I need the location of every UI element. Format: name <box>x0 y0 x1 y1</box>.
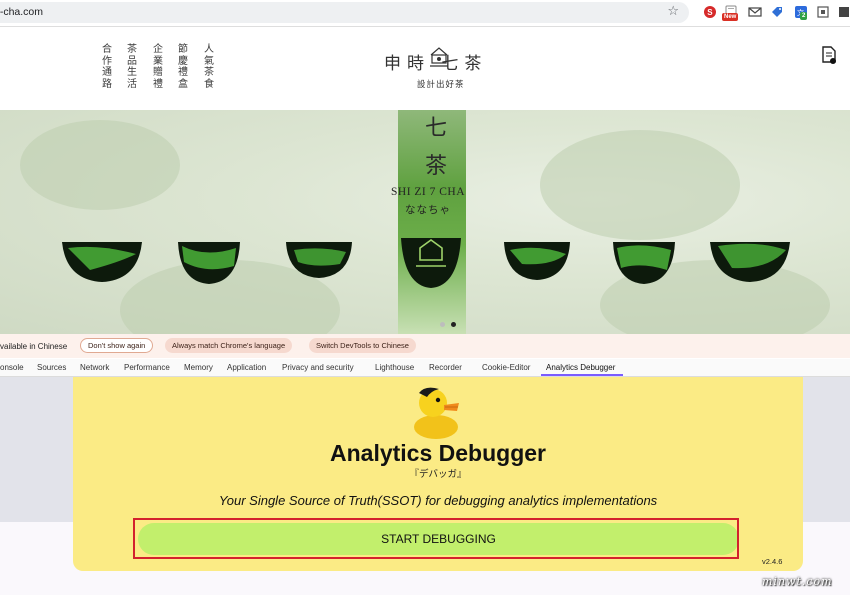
nav-festival-boxes[interactable]: 節慶禮盒 <box>177 44 189 90</box>
teapot-logo-icon <box>426 45 452 75</box>
tag-icon[interactable] <box>770 5 784 19</box>
tab-recorder[interactable]: Recorder <box>429 363 462 372</box>
hero-brand-text: SHI ZI 7 CHA <box>391 186 466 198</box>
svg-text:S: S <box>707 8 713 17</box>
new-badge: New <box>722 13 739 21</box>
nav-partners[interactable]: 合作通路 <box>101 44 113 90</box>
tea-bowl-image <box>62 242 142 282</box>
active-tab-indicator <box>541 374 623 376</box>
tea-bowl-image <box>613 242 675 284</box>
language-infobar: vailable in Chinese Don't show again Alw… <box>0 334 850 358</box>
star-icon[interactable]: ☆ <box>667 4 679 19</box>
address-bar[interactable]: 7-cha.com ☆ <box>0 2 689 23</box>
watermark: minwt.com <box>762 575 833 588</box>
document-icon[interactable] <box>820 45 838 69</box>
hero-banner[interactable]: 七 茶 SHI ZI 7 CHA ななちゃ <box>0 110 850 334</box>
nav-popular-snacks[interactable]: 人氣茶食 <box>203 44 215 90</box>
hero-char-tea: 茶 <box>425 154 448 179</box>
carousel-dot-active[interactable] <box>451 322 456 327</box>
browser-toolbar: 7-cha.com ☆ S New 文 2 <box>0 0 850 27</box>
highlight-box <box>133 518 739 559</box>
duck-logo-icon <box>414 387 459 439</box>
devtools-tabbar: onsole Sources Network Performance Memor… <box>0 359 850 377</box>
translate-icon[interactable]: 文 2 <box>794 5 808 20</box>
tab-privacy-security[interactable]: Privacy and security <box>282 363 354 372</box>
tab-network[interactable]: Network <box>80 363 109 372</box>
site-tagline: 設計出好茶 <box>417 80 465 90</box>
tea-bowl-image <box>401 238 461 288</box>
nav-corporate-gifts[interactable]: 企業贈禮 <box>152 44 164 90</box>
version-label: v2.4.6 <box>762 557 783 566</box>
tea-bowl-image <box>710 242 790 282</box>
tab-console[interactable]: onsole <box>0 363 24 372</box>
panel-tagline: Your Single Source of Truth(SSOT) for de… <box>218 493 658 508</box>
tab-lighthouse[interactable]: Lighthouse <box>375 363 414 372</box>
tab-sources[interactable]: Sources <box>37 363 66 372</box>
nav-tea-life[interactable]: 茶品生活 <box>126 44 138 90</box>
new-extension-icon[interactable]: New <box>722 5 739 21</box>
leaf-decoration <box>540 130 740 240</box>
tab-memory[interactable]: Memory <box>184 363 213 372</box>
ext-count-badge: 2 <box>800 12 808 20</box>
leaf-decoration <box>20 120 180 210</box>
switch-to-chinese-button[interactable]: Switch DevTools to Chinese <box>309 338 416 353</box>
carousel-dot[interactable] <box>440 322 445 327</box>
tea-bowl-image <box>286 242 352 278</box>
hero-char-seven: 七 <box>425 116 448 141</box>
tea-leaf-stripe <box>398 110 466 334</box>
tea-bowl-image <box>178 242 240 284</box>
tab-performance[interactable]: Performance <box>124 363 170 372</box>
panel-title: Analytics Debugger <box>330 440 546 466</box>
hero-kana-text: ななちゃ <box>405 204 451 216</box>
panel-subtitle-jp: 『デバッガ』 <box>409 469 467 480</box>
infobar-message: vailable in Chinese <box>0 342 68 351</box>
tab-analytics-debugger[interactable]: Analytics Debugger <box>546 363 615 372</box>
tab-cookie-editor[interactable]: Cookie-Editor <box>482 363 530 372</box>
puzzle-icon[interactable] <box>816 5 830 19</box>
site-header: 合作通路 茶品生活 企業贈禮 節慶禮盒 人氣茶食 申時 七茶 設計出好茶 <box>0 27 850 110</box>
square-icon[interactable] <box>837 5 850 19</box>
match-chrome-language-button[interactable]: Always match Chrome's language <box>165 338 293 353</box>
tea-bowl-image <box>504 242 570 280</box>
dont-show-again-button[interactable]: Don't show again <box>80 338 154 353</box>
mail-icon[interactable] <box>748 5 762 19</box>
red-extension-icon[interactable]: S <box>703 5 717 19</box>
tab-application[interactable]: Application <box>227 363 266 372</box>
url-text[interactable]: 7-cha.com <box>0 6 43 18</box>
